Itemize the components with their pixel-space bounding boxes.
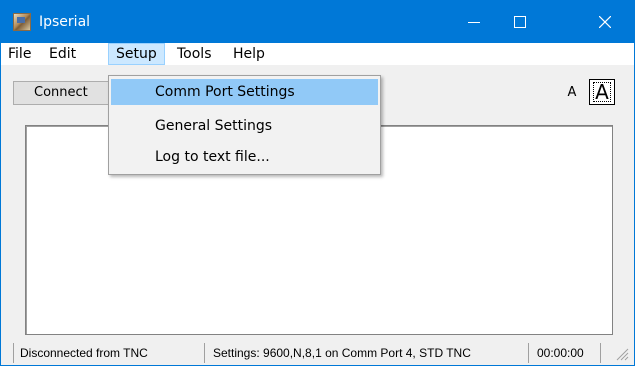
menu-help[interactable]: Help: [226, 43, 272, 65]
window-title: Ipserial: [39, 14, 91, 30]
font-large-label: A: [593, 80, 611, 104]
font-large-button[interactable]: A: [589, 79, 615, 105]
menu-bar: File Edit Setup Tools Help: [1, 43, 634, 65]
connection-status: Disconnected from TNC: [13, 343, 205, 363]
menu-item-log-to-text-file[interactable]: Log to text file...: [111, 144, 378, 170]
maximize-button[interactable]: [497, 1, 543, 43]
minimize-button[interactable]: [451, 1, 497, 43]
minimize-icon: [468, 22, 480, 23]
port-settings-status: Settings: 9600,N,8,1 on Comm Port 4, STD…: [207, 343, 529, 363]
font-small-button[interactable]: A: [563, 83, 581, 103]
setup-dropdown-menu: Comm Port Settings General Settings Log …: [108, 75, 381, 175]
app-window: Ipserial File Edit Setup Tools Help Conn…: [0, 0, 635, 366]
app-icon[interactable]: [13, 13, 31, 31]
menu-item-comm-port-settings[interactable]: Comm Port Settings: [111, 79, 378, 105]
session-timer: 00:00:00: [531, 343, 601, 363]
status-bar: Disconnected from TNC Settings: 9600,N,8…: [1, 341, 634, 365]
title-bar[interactable]: Ipserial: [1, 1, 634, 43]
menu-item-general-settings[interactable]: General Settings: [111, 113, 378, 139]
menu-tools[interactable]: Tools: [170, 43, 219, 65]
connect-button[interactable]: Connect: [13, 81, 113, 105]
close-icon: [599, 16, 611, 28]
resize-grip-icon[interactable]: [613, 345, 629, 361]
maximize-icon: [514, 16, 526, 28]
close-button[interactable]: [582, 1, 628, 43]
menu-setup[interactable]: Setup: [108, 43, 165, 65]
menu-file[interactable]: File: [1, 43, 38, 65]
menu-edit[interactable]: Edit: [42, 43, 83, 65]
